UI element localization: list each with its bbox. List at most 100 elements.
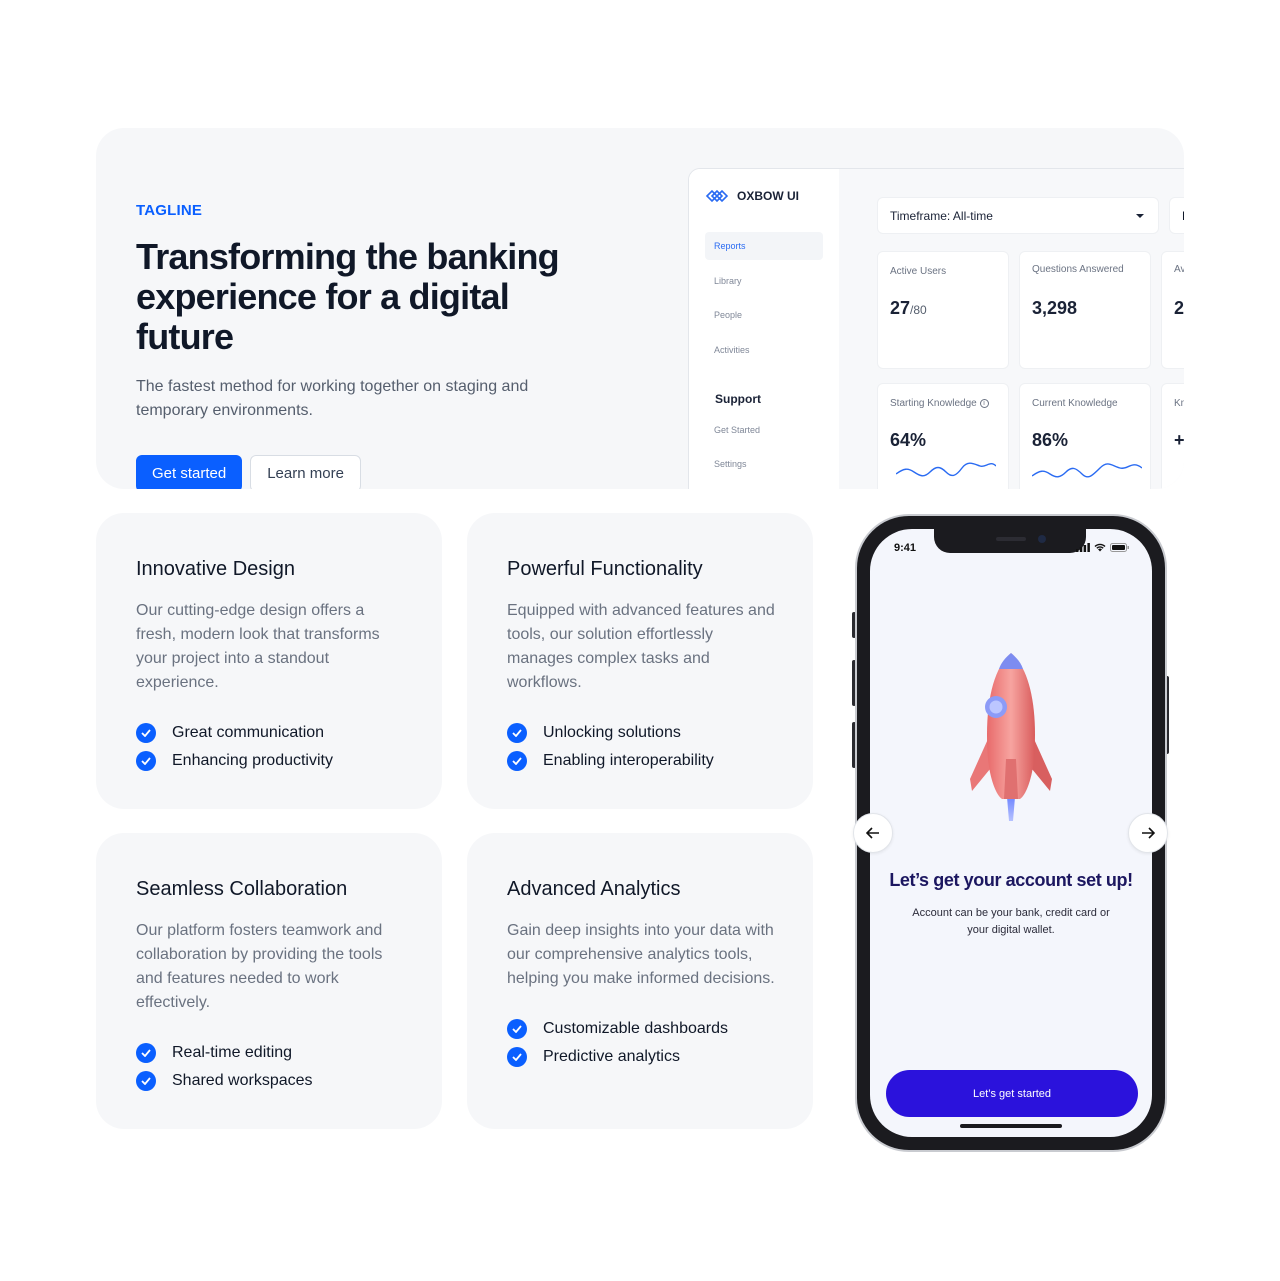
list-item: Shared workspaces <box>136 1067 402 1095</box>
list-item-label: Predictive analytics <box>543 1048 680 1065</box>
sidebar-support-heading: Support <box>715 392 761 406</box>
feature-list: Great communication Enhancing productivi… <box>136 719 402 775</box>
hero-title: Transforming the banking experience for … <box>136 236 560 357</box>
stat-value: 64% <box>890 430 927 450</box>
home-indicator <box>960 1124 1062 1128</box>
list-item: Customizable dashboards <box>507 1015 773 1043</box>
sidebar-item-library[interactable]: Library <box>705 267 823 295</box>
dashboard-preview: OXBOW UI Reports Library People Activiti… <box>688 168 1184 489</box>
arrow-left-icon <box>866 827 879 839</box>
stat-label: Av <box>1174 264 1184 275</box>
stat-value: 27/80 <box>890 298 927 318</box>
timeframe-value: Timeframe: All-time <box>890 209 993 223</box>
sidebar-item-reports[interactable]: Reports <box>705 232 823 260</box>
status-icons <box>1076 543 1130 552</box>
card-title: Innovative Design <box>136 558 295 580</box>
oxbow-logo-icon <box>705 189 729 203</box>
onboarding-subtitle: Account can be your bank, credit card or… <box>912 907 1110 936</box>
wifi-icon <box>1094 543 1106 552</box>
card-title: Advanced Analytics <box>507 878 681 900</box>
phone-mockup: 9:41 Let’s get your account set up! Acco… <box>855 514 1167 1152</box>
hero-section: TAGLINE Transforming the banking experie… <box>96 128 1184 489</box>
stat-label: Active Users <box>890 266 947 277</box>
stat-card-partial: Av 2 <box>1161 251 1184 369</box>
list-item-label: Enabling interoperability <box>543 752 714 769</box>
list-item-label: Unlocking solutions <box>543 724 681 741</box>
timeframe-select[interactable]: Timeframe: All-time <box>877 197 1159 234</box>
list-item: Great communication <box>136 719 402 747</box>
list-item-label: Enhancing productivity <box>172 752 333 769</box>
list-item: Unlocking solutions <box>507 719 773 747</box>
get-started-button[interactable]: Get started <box>136 455 243 489</box>
check-circle-icon <box>507 1019 527 1039</box>
card-title: Seamless Collaboration <box>136 878 348 900</box>
list-item-label: Great communication <box>172 724 325 741</box>
stat-card-partial-2: Kn + <box>1161 383 1184 489</box>
stat-value: 2 <box>1174 298 1184 318</box>
lets-get-started-button[interactable]: Let’s get started <box>886 1070 1138 1117</box>
card-description: Our cutting-edge design offers a fresh, … <box>136 602 380 691</box>
check-circle-icon <box>136 751 156 771</box>
sidebar-item-people[interactable]: People <box>705 301 823 329</box>
stat-label: Kn <box>1174 398 1184 409</box>
feature-list: Customizable dashboards Predictive analy… <box>507 1015 773 1071</box>
list-item-label: Real-time editing <box>172 1044 293 1061</box>
sidebar-item-settings[interactable]: Settings <box>705 450 823 478</box>
check-circle-icon <box>136 1071 156 1091</box>
hero-buttons: Get started Learn more <box>136 455 616 489</box>
stat-card-current-knowledge: Current Knowledge 86% <box>1019 383 1151 489</box>
rocket-illustration <box>970 653 1052 821</box>
card-description: Our platform fosters teamwork and collab… <box>136 922 383 1011</box>
dashboard-sidebar: OXBOW UI Reports Library People Activiti… <box>689 169 839 489</box>
stat-label: Starting Knowledge i <box>890 398 989 409</box>
feature-list: Unlocking solutions Enabling interoperab… <box>507 719 773 775</box>
card-description: Equipped with advanced features and tool… <box>507 602 775 691</box>
info-icon: i <box>979 398 989 408</box>
phone-notch <box>934 529 1086 553</box>
list-item: Real-time editing <box>136 1039 402 1067</box>
check-circle-icon <box>136 1043 156 1063</box>
check-circle-icon <box>507 751 527 771</box>
carousel-next-button[interactable] <box>1128 813 1168 853</box>
list-item-label: Customizable dashboards <box>543 1020 728 1037</box>
signal-icon <box>1076 543 1090 552</box>
phone-screen: 9:41 Let’s get your account set up! Acco… <box>870 529 1152 1137</box>
feature-card-innovative-design: Innovative Design Our cutting-edge desig… <box>96 513 442 809</box>
check-circle-icon <box>136 723 156 743</box>
sparkline-chart <box>896 462 996 477</box>
list-item-label: Shared workspaces <box>172 1072 313 1089</box>
tagline: TAGLINE <box>136 202 203 219</box>
feature-card-powerful-functionality: Powerful Functionality Equipped with adv… <box>467 513 813 809</box>
list-item: Enabling interoperability <box>507 747 773 775</box>
stat-label: Current Knowledge <box>1032 398 1118 409</box>
sidebar-item-get-started[interactable]: Get Started <box>705 416 823 444</box>
list-item: Predictive analytics <box>507 1043 773 1071</box>
dashboard-brand: OXBOW UI <box>737 189 799 203</box>
caret-down-icon <box>1136 214 1144 218</box>
stat-value: 3,298 <box>1032 298 1078 318</box>
stat-value: 86% <box>1032 430 1069 450</box>
sidebar-item-activities[interactable]: Activities <box>705 336 823 364</box>
stat-label: Questions Answered <box>1032 264 1124 275</box>
feature-card-seamless-collaboration: Seamless Collaboration Our platform fost… <box>96 833 442 1129</box>
arrow-right-icon <box>1142 827 1155 839</box>
feature-list: Real-time editing Shared workspaces <box>136 1039 402 1095</box>
stat-value: + <box>1174 430 1184 450</box>
sparkline-chart <box>1032 463 1142 478</box>
dashboard-logo: OXBOW UI <box>705 187 799 205</box>
feature-card-advanced-analytics: Advanced Analytics Gain deep insights in… <box>467 833 813 1129</box>
learn-more-button[interactable]: Learn more <box>250 455 361 489</box>
stat-card-questions-answered: Questions Answered 3,298 <box>1019 251 1151 369</box>
stat-card-active-users: Active Users 27/80 <box>877 251 1009 369</box>
check-circle-icon <box>507 1047 527 1067</box>
status-time: 9:41 <box>894 542 917 554</box>
card-title: Powerful Functionality <box>507 558 703 580</box>
hero-text: TAGLINE Transforming the banking experie… <box>136 202 616 489</box>
card-description: Gain deep insights into your data with o… <box>507 922 775 987</box>
check-circle-icon <box>507 723 527 743</box>
filter-select[interactable]: F <box>1169 197 1184 234</box>
stat-card-starting-knowledge: Starting Knowledge i 64% <box>877 383 1009 489</box>
carousel-prev-button[interactable] <box>853 813 893 853</box>
dashboard-main: Timeframe: All-time F Active Users 27/80… <box>839 169 1184 489</box>
onboarding-title: Let’s get your account set up! <box>889 870 1133 890</box>
